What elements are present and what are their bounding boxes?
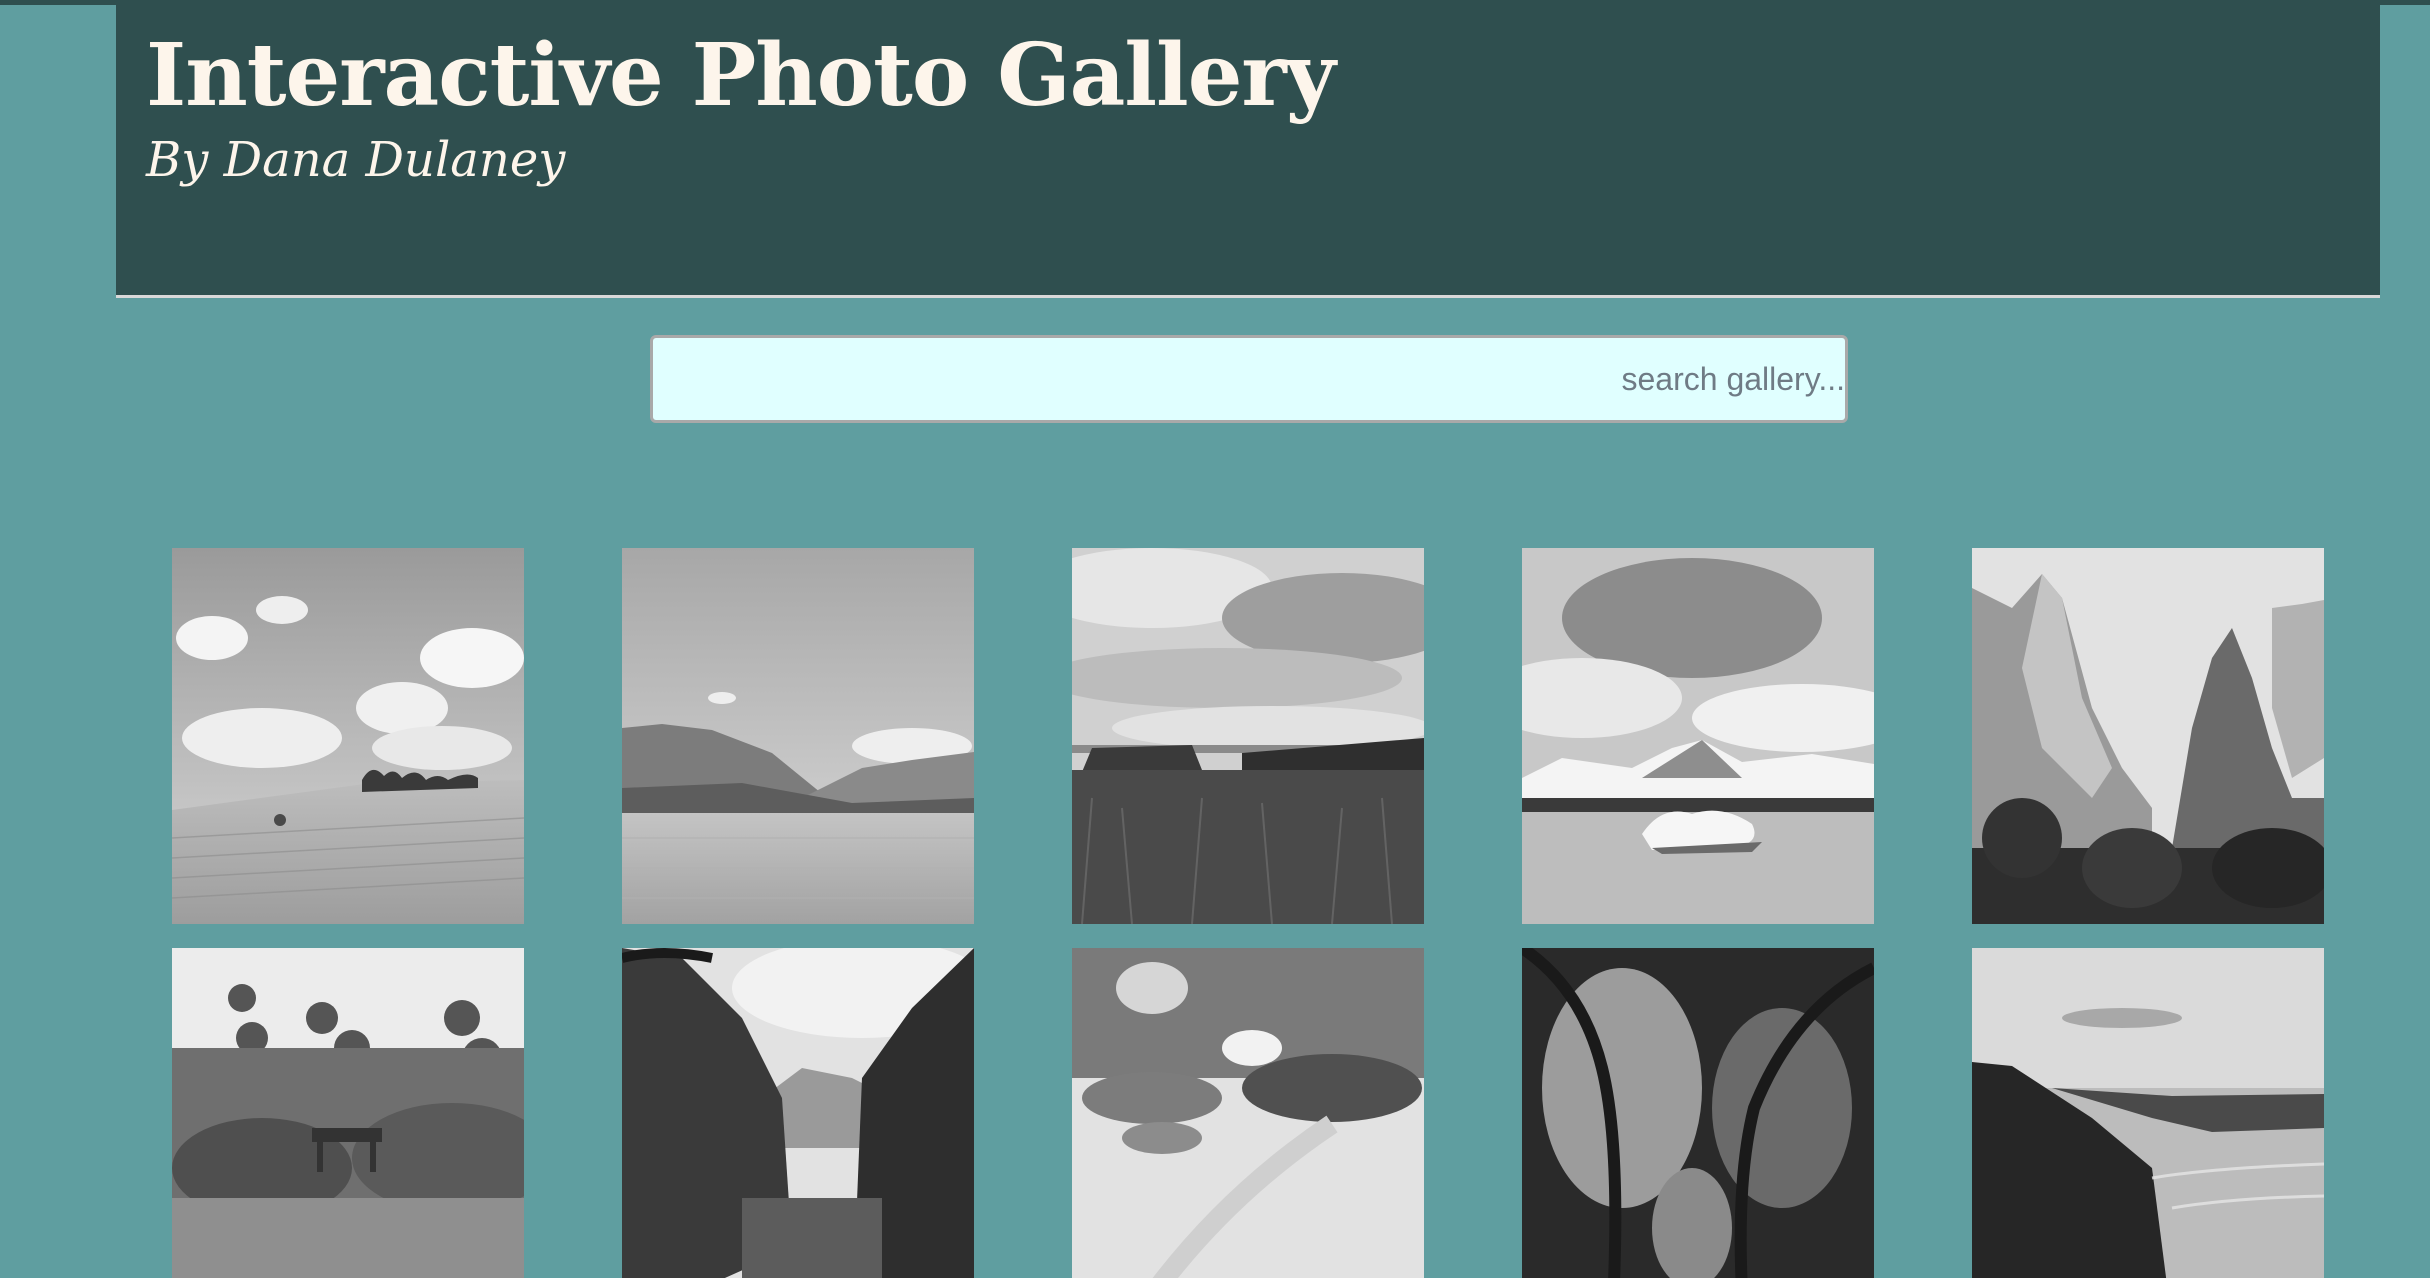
gallery-thumbnail[interactable] <box>172 548 524 924</box>
gallery-thumbnail[interactable] <box>1522 548 1874 924</box>
gallery-thumbnail[interactable] <box>622 548 974 924</box>
gallery-thumbnail[interactable] <box>1972 948 2324 1278</box>
search-input[interactable] <box>650 335 1848 423</box>
photo-cloudy-meadow <box>1072 548 1424 924</box>
gallery-thumbnail[interactable] <box>622 948 974 1278</box>
photo-glacier-lagoon <box>1522 548 1874 924</box>
photo-forest-valley <box>622 948 974 1278</box>
gallery-thumbnail[interactable] <box>1072 948 1424 1278</box>
search-container <box>650 335 1848 423</box>
photo-trees-bench <box>172 948 524 1278</box>
photo-forest-path <box>1522 948 1874 1278</box>
photo-sand-dunes <box>1072 948 1424 1278</box>
photo-canyon-cliffs <box>1972 548 2324 924</box>
gallery-thumbnail[interactable] <box>172 948 524 1278</box>
photo-mountain-lake <box>622 548 974 924</box>
gallery-thumbnail[interactable] <box>1072 548 1424 924</box>
gallery-thumbnail[interactable] <box>1972 548 2324 924</box>
header-banner: Interactive Photo Gallery By Dana Dulane… <box>116 4 2380 298</box>
gallery-thumbnail[interactable] <box>1522 948 1874 1278</box>
page-subtitle: By Dana Dulaney <box>146 132 566 188</box>
photo-coastal-cliffs <box>1972 948 2324 1278</box>
page-title: Interactive Photo Gallery <box>146 25 1336 126</box>
photo-hay-field <box>172 548 524 924</box>
